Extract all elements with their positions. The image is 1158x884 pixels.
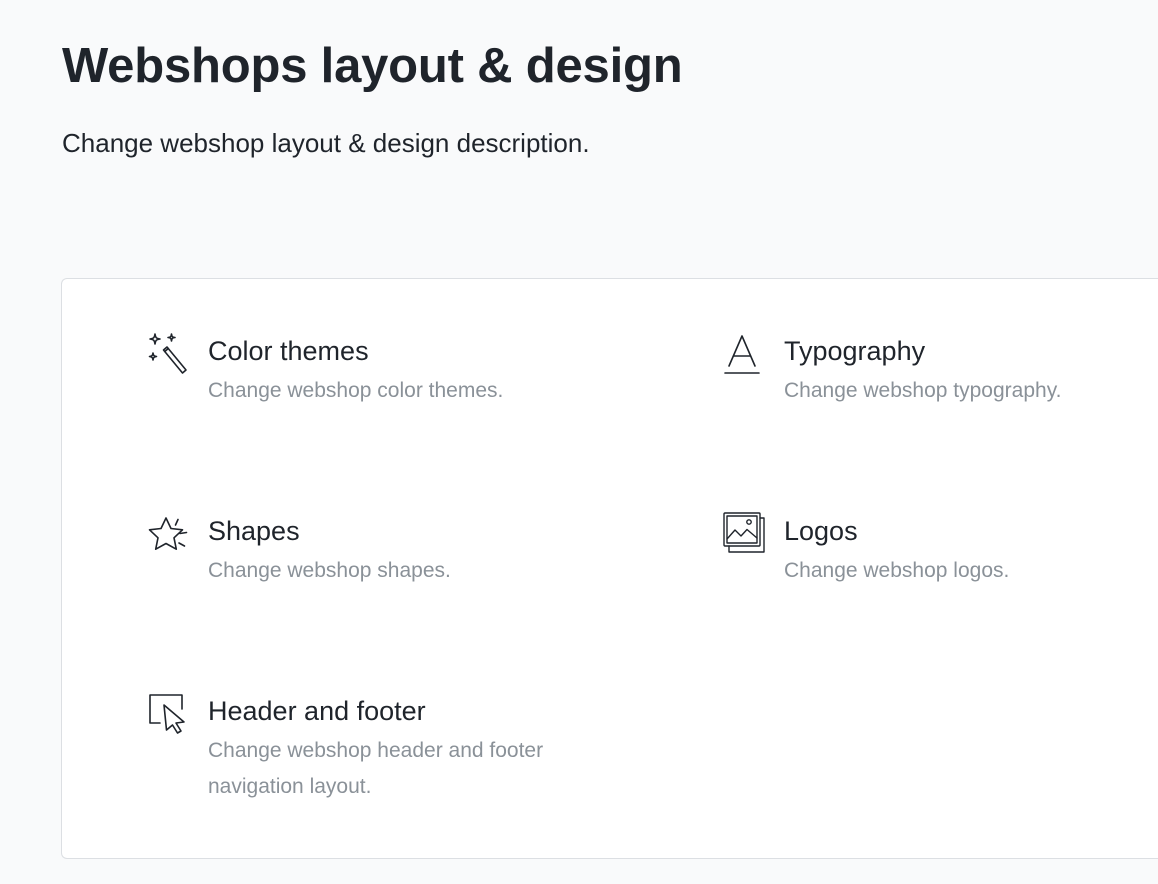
option-description: Change webshop logos. [784,559,1010,582]
option-title: Logos [784,516,858,546]
option-typography[interactable]: Typography Change webshop typography. [722,331,1152,411]
page-description: Change webshop layout & design descripti… [62,128,590,158]
images-icon [722,511,768,557]
option-title: Color themes [208,336,369,366]
star-icon [146,511,192,557]
typography-icon [722,331,768,377]
magic-wand-icon [146,331,192,377]
option-description: Change webshop shapes. [208,559,451,582]
page-title: Webshops layout & design [62,39,683,93]
cursor-icon [146,691,192,737]
settings-card: Color themes Change webshop color themes… [61,278,1158,859]
option-logos[interactable]: Logos Change webshop logos. [722,511,1152,591]
option-title: Header and footer [208,696,426,726]
option-description: Change webshop color themes. [208,379,504,402]
option-description: Change webshop typography. [784,379,1062,402]
option-header-footer[interactable]: Header and footer Change webshop header … [146,691,616,807]
option-description: Change webshop header and footer navigat… [208,739,544,798]
option-title: Shapes [208,516,300,546]
option-color-themes[interactable]: Color themes Change webshop color themes… [146,331,616,411]
option-shapes[interactable]: Shapes Change webshop shapes. [146,511,616,591]
option-title: Typography [784,336,926,366]
